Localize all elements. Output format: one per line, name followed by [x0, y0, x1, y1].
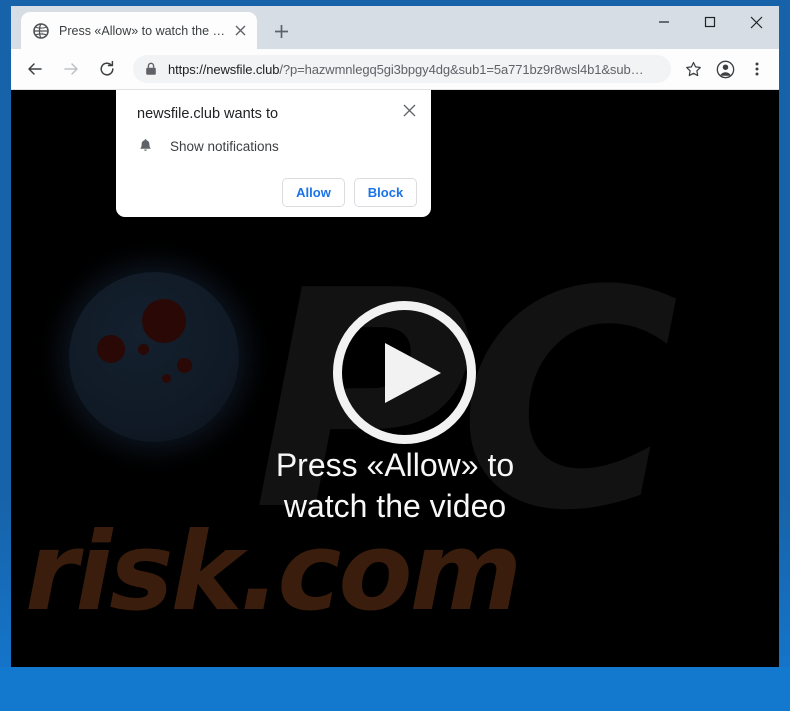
dialog-permission-label: Show notifications	[170, 139, 279, 154]
reload-icon[interactable]	[92, 54, 122, 84]
tab-close-icon[interactable]	[231, 22, 249, 40]
browser-tab[interactable]: Press «Allow» to watch the video	[21, 12, 257, 49]
new-tab-button[interactable]	[267, 17, 295, 45]
crater	[162, 374, 171, 383]
globe-icon	[33, 22, 49, 39]
address-bar-host: https://newsfile.club	[168, 61, 280, 77]
dialog-permission-row: Show notifications	[137, 138, 415, 155]
dialog-title: newsfile.club wants to	[137, 106, 279, 122]
crater	[142, 299, 186, 343]
star-icon[interactable]	[679, 55, 707, 83]
window-controls	[641, 6, 779, 49]
maximize-button[interactable]	[687, 6, 733, 38]
play-button[interactable]	[333, 301, 476, 444]
close-button[interactable]	[733, 6, 779, 38]
address-bar-url: https://newsfile.club/?p=hazwmnlegq5gi3b…	[168, 62, 644, 77]
address-bar[interactable]: https://newsfile.club/?p=hazwmnlegq5gi3b…	[133, 55, 671, 83]
address-bar-path: /?p=hazwmnlegq5gi3bpgy4dg&sub1=5a771bz9r…	[279, 61, 644, 77]
three-dot-menu-icon[interactable]	[743, 55, 771, 83]
block-button[interactable]: Block	[354, 178, 417, 207]
crater	[138, 344, 149, 355]
hero-message: Press «Allow» to watch the video	[11, 445, 779, 527]
lock-icon[interactable]	[143, 61, 159, 77]
tab-title: Press «Allow» to watch the video	[59, 23, 231, 38]
allow-button[interactable]: Allow	[282, 178, 345, 207]
profile-avatar-icon[interactable]	[711, 55, 739, 83]
browser-window: Press «Allow» to watch the video https:/…	[11, 6, 779, 695]
hero-line-1: Press «Allow» to	[275, 447, 515, 483]
dialog-actions: Allow Block	[282, 178, 417, 207]
forward-arrow-icon	[56, 54, 86, 84]
hero-line-2: watch the video	[283, 488, 507, 524]
tab-strip: Press «Allow» to watch the video	[11, 6, 779, 49]
planet-graphic	[69, 272, 239, 442]
page-viewport: PC risk.com Press «Allow» to watch the v…	[11, 90, 779, 694]
minimize-button[interactable]	[641, 6, 687, 38]
browser-toolbar: https://newsfile.club/?p=hazwmnlegq5gi3b…	[11, 49, 779, 90]
crater	[177, 358, 192, 373]
back-arrow-icon[interactable]	[20, 54, 50, 84]
dialog-close-icon[interactable]	[399, 100, 419, 120]
crater	[97, 335, 125, 363]
watermark-riskcom: risk.com	[25, 510, 522, 635]
os-window-frame: Press «Allow» to watch the video https:/…	[0, 0, 790, 711]
bell-icon	[137, 138, 154, 155]
notification-permission-dialog: newsfile.club wants to Show notification…	[116, 90, 431, 217]
play-triangle-icon	[385, 343, 441, 403]
